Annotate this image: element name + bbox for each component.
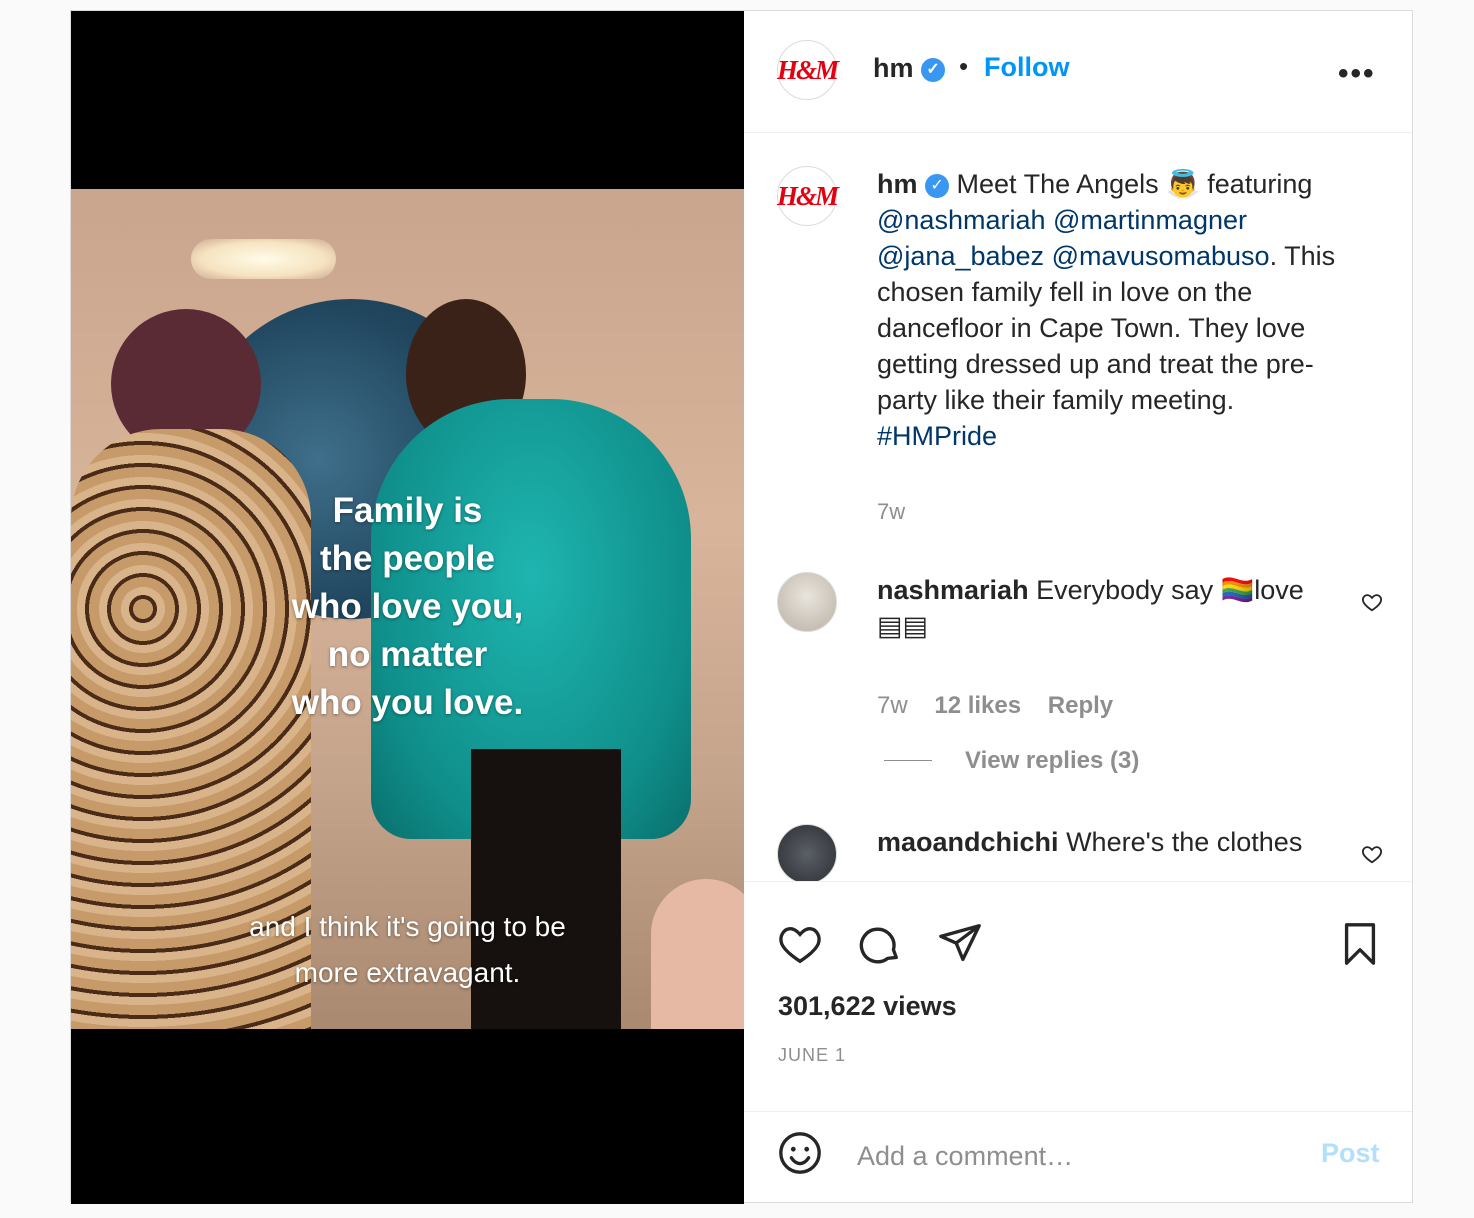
caption-avatar[interactable]: H&M [777,166,839,226]
post-sidebar: H&M hm ✓ • Follow ••• H&M hm ✓ Meet The … [744,11,1412,1202]
video-player[interactable]: Family is the people who love you, no ma… [71,11,744,1204]
post-date[interactable]: JUNE 1 [778,1045,846,1066]
comment-likes[interactable]: 12 likes [934,692,1021,719]
author-avatar[interactable]: H&M [777,40,839,100]
comment-bubble-icon[interactable] [857,921,903,967]
author-username-link[interactable]: hm ✓ [873,53,946,84]
post-actions: 301,622 views JUNE 1 [744,891,1412,1112]
view-replies-line [884,760,932,761]
comment-item: maoandchichi Where's the clothes [877,824,1357,860]
author-username: hm [873,53,914,83]
overlay-line: no matter [327,635,488,674]
mention-link[interactable]: @jana_babez [877,241,1044,271]
view-count[interactable]: 301,622 views [778,991,957,1022]
post-comment-button[interactable]: Post [1321,1138,1380,1169]
hm-logo: H&M [777,54,839,85]
reply-button[interactable]: Reply [1048,692,1113,719]
caption-username[interactable]: hm [877,169,918,199]
video-frame[interactable]: Family is the people who love you, no ma… [71,189,744,1029]
more-options-icon[interactable]: ••• [1338,57,1376,91]
mention-link[interactable]: @martinmagner [1053,205,1247,235]
commenter-avatar[interactable] [777,572,837,632]
overlay-line: the people [319,539,496,578]
video-subtitle: and I think it's going to be more extrav… [71,904,744,996]
comments-list[interactable]: H&M hm ✓ Meet The Angels 👼 featuring @na… [744,133,1412,882]
hm-logo: H&M [777,180,839,211]
subtitle-line: more extravagant. [294,957,521,988]
mention-link[interactable]: @nashmariah [877,205,1046,235]
comment-input[interactable] [857,1138,1297,1174]
comment-item: nashmariah Everybody say 🏳️‍🌈love ▤▤ 7w … [877,572,1357,724]
follow-button[interactable]: Follow [984,52,1069,83]
post-caption: hm ✓ Meet The Angels 👼 featuring @nashma… [877,166,1357,530]
commenter-avatar[interactable] [777,824,837,881]
overlay-line: Family is [332,491,483,530]
caption-time[interactable]: 7w [877,494,1357,530]
overlay-line: who love you, [291,587,524,626]
add-comment-bar: Post [744,1112,1412,1202]
share-paper-plane-icon[interactable] [937,921,983,967]
wall-lamp [191,239,336,279]
comment-text: Where's the clothes [1066,827,1303,857]
comment-username[interactable]: nashmariah [877,575,1029,605]
post-dialog: Family is the people who love you, no ma… [70,10,1413,1204]
separator-dot: • [959,51,969,81]
save-bookmark-icon[interactable] [1337,921,1383,967]
verified-badge-icon: ✓ [921,57,946,82]
like-heart-icon[interactable] [777,921,823,967]
comment-meta: 7w 12 likes Reply [877,688,1357,724]
view-replies-button[interactable]: View replies (3) [965,747,1139,775]
overlay-line: who you love. [291,683,524,722]
hashtag-link[interactable]: #HMPride [877,421,997,451]
verified-badge-icon: ✓ [925,173,950,198]
post-header: H&M hm ✓ • Follow ••• [744,11,1412,133]
video-overlay-text: Family is the people who love you, no ma… [71,487,744,727]
caption-text: Meet The Angels 👼 featuring [956,169,1313,199]
subtitle-line: and I think it's going to be [249,911,566,942]
mention-link[interactable]: @mavusomabuso [1052,241,1270,271]
like-comment-heart-icon[interactable] [1361,843,1383,865]
comment-time[interactable]: 7w [877,692,908,719]
comment-username[interactable]: maoandchichi [877,827,1059,857]
like-comment-heart-icon[interactable] [1361,591,1383,613]
emoji-smiley-icon[interactable] [777,1130,823,1176]
